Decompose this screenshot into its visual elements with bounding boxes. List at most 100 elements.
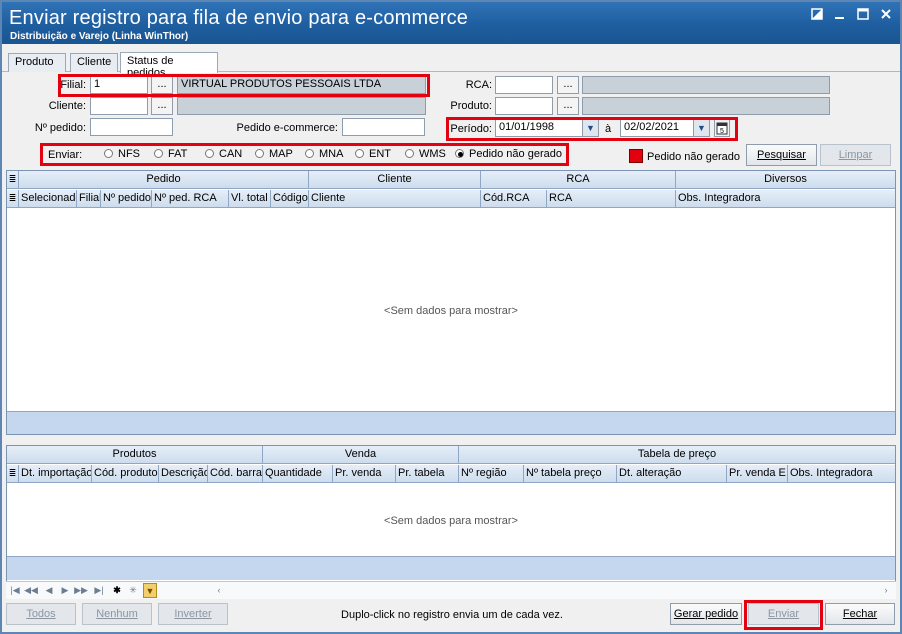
pedido-input[interactable] xyxy=(90,118,173,136)
pedido-ecommerce-input[interactable] xyxy=(342,118,425,136)
inverter-button[interactable]: Inverter xyxy=(158,603,228,625)
insert-icon[interactable]: ✱ xyxy=(110,583,124,598)
col-dt-alteracao[interactable]: Dt. alteração xyxy=(617,465,727,483)
record-navigator: |◀ ◀◀ ◀ ▶ ▶▶ ▶| ✱ ✳ ▼ ‹ › xyxy=(6,581,896,599)
band-venda: Venda xyxy=(263,446,459,464)
col-selecionado[interactable]: Selecionado xyxy=(19,190,77,208)
fechar-label: Fechar xyxy=(842,608,878,620)
minimize-icon[interactable] xyxy=(833,8,847,22)
prev-record-icon[interactable]: ◀ xyxy=(42,583,56,598)
window-subtitle: Distribuição e Varejo (Linha WinThor) xyxy=(10,31,189,42)
cliente-input[interactable] xyxy=(90,97,148,115)
pedido-ecommerce-label: Pedido e-commerce: xyxy=(236,122,339,134)
delete-icon[interactable]: ✳ xyxy=(126,583,140,598)
todos-button[interactable]: Todos xyxy=(6,603,76,625)
col-obs-integradora-2[interactable]: Obs. Integradora xyxy=(788,465,895,483)
tab-produto[interactable]: Produto xyxy=(8,53,66,72)
legend-label: Pedido não gerado xyxy=(647,151,740,163)
pedidos-header-row: ≣ Selecionado Filial Nº pedido Nº ped. R… xyxy=(7,190,895,208)
pedidos-band-row: ≣ Pedido Cliente RCA Diversos xyxy=(7,171,895,189)
next-record-icon[interactable]: ▶ xyxy=(58,583,72,598)
pedido-label: Nº pedido: xyxy=(34,122,86,134)
limpar-label: Limpar xyxy=(838,149,873,161)
col-descricao[interactable]: Descrição xyxy=(159,465,208,483)
rca-lookup-button[interactable]: ... xyxy=(557,76,579,94)
maximize-icon[interactable] xyxy=(856,8,870,22)
prev-page-icon[interactable]: ◀◀ xyxy=(24,583,38,598)
cliente-name-field xyxy=(177,97,426,115)
inverter-label: Inverter xyxy=(174,608,212,620)
nenhum-button[interactable]: Nenhum xyxy=(82,603,152,625)
col-cod-rca[interactable]: Cód.RCA xyxy=(481,190,547,208)
col-vl-total[interactable]: Vl. total xyxy=(229,190,271,208)
col-codigo[interactable]: Código xyxy=(271,190,309,208)
todos-label: Todos xyxy=(26,608,56,620)
col-quantidade[interactable]: Quantidade xyxy=(263,465,333,483)
tab-cliente[interactable]: Cliente xyxy=(70,53,118,72)
bottom-bar: Todos Nenhum Inverter Duplo-click no reg… xyxy=(2,600,900,632)
col-cod-produto[interactable]: Cód. produto xyxy=(92,465,159,483)
title-bar: Enviar registro para fila de envio para … xyxy=(2,2,900,44)
gerar-pedido-button[interactable]: Gerar pedido xyxy=(670,603,742,625)
col-rca[interactable]: RCA xyxy=(547,190,676,208)
tab-bar: Produto Cliente Status de pedidos xyxy=(2,44,900,79)
gerar-pedido-label: Gerar pedido xyxy=(673,608,739,620)
col-pr-tabela[interactable]: Pr. tabela xyxy=(396,465,459,483)
grid-columns-icon[interactable]: ≣ xyxy=(7,190,19,208)
pedidos-empty-message: <Sem dados para mostrar> xyxy=(384,305,518,317)
col-nr-regiao[interactable]: Nº região xyxy=(459,465,524,483)
band-rca: RCA xyxy=(481,171,676,189)
produtos-band-row: Produtos Venda Tabela de preço xyxy=(7,446,895,464)
scroll-left-icon[interactable]: ‹ xyxy=(212,583,226,598)
next-page-icon[interactable]: ▶▶ xyxy=(74,583,88,598)
band-cliente: Cliente xyxy=(309,171,481,189)
highlight-enviar xyxy=(40,143,569,166)
filter-panel: Filial: 1 ... VIRTUAL PRODUTOS PESSOAIS … xyxy=(6,72,896,168)
produtos-grid[interactable]: Produtos Venda Tabela de preço ≣ Dt. imp… xyxy=(6,445,896,599)
col-filial[interactable]: Filial xyxy=(77,190,101,208)
col-nr-tabela-preco[interactable]: Nº tabela preço xyxy=(524,465,617,483)
band-tabela-preco: Tabela de preço xyxy=(637,448,717,460)
window-title: Enviar registro para fila de envio para … xyxy=(9,7,469,29)
col-nr-pedido[interactable]: Nº pedido xyxy=(101,190,152,208)
produto-input[interactable] xyxy=(495,97,553,115)
cliente-lookup-button[interactable]: ... xyxy=(151,97,173,115)
grid-columns-icon[interactable]: ≣ xyxy=(7,465,19,483)
fechar-button[interactable]: Fechar xyxy=(825,603,895,625)
pedidos-footer xyxy=(7,411,895,434)
col-obs-integradora[interactable]: Obs. Integradora xyxy=(676,190,895,208)
highlight-periodo xyxy=(446,117,738,141)
hint-text: Duplo-click no registro envia um de cada… xyxy=(341,609,563,621)
produtos-footer xyxy=(7,556,895,580)
produto-name-field xyxy=(582,97,830,115)
filter-icon[interactable]: ▼ xyxy=(143,583,157,598)
col-pr-venda-e[interactable]: Pr. venda E xyxy=(727,465,788,483)
pesquisar-button[interactable]: Pesquisar xyxy=(746,144,817,166)
col-cod-barras[interactable]: Cód. barras xyxy=(208,465,263,483)
produto-label: Produto: xyxy=(450,100,492,112)
grid-menu-icon[interactable]: ≣ xyxy=(7,171,19,189)
tab-status-pedidos[interactable]: Status de pedidos xyxy=(120,52,218,79)
pedidos-grid[interactable]: ≣ Pedido Cliente RCA Diversos ≣ Selecion… xyxy=(6,170,896,435)
col-nr-ped-rca[interactable]: Nº ped. RCA xyxy=(152,190,229,208)
first-page-icon[interactable]: |◀ xyxy=(8,583,22,598)
legend-swatch xyxy=(629,149,643,163)
band-produtos: Produtos xyxy=(7,446,263,464)
rca-name-field xyxy=(582,76,830,94)
last-page-icon[interactable]: ▶| xyxy=(92,583,106,598)
col-dt-importacao[interactable]: Dt. importação xyxy=(19,465,92,483)
nenhum-label: Nenhum xyxy=(96,608,138,620)
col-cliente[interactable]: Cliente xyxy=(309,190,481,208)
limpar-button[interactable]: Limpar xyxy=(820,144,891,166)
rca-label: RCA: xyxy=(465,79,492,91)
produtos-header-row: ≣ Dt. importação Cód. produto Descrição … xyxy=(7,465,895,483)
col-pr-venda[interactable]: Pr. venda xyxy=(333,465,396,483)
produto-lookup-button[interactable]: ... xyxy=(557,97,579,115)
main-window: Enviar registro para fila de envio para … xyxy=(0,0,902,634)
pesquisar-label: Pesquisar xyxy=(757,149,806,161)
close-icon[interactable] xyxy=(879,8,893,22)
restore-icon[interactable] xyxy=(810,8,824,22)
band-diversos: Diversos xyxy=(764,173,807,185)
scroll-right-icon[interactable]: › xyxy=(879,583,893,598)
rca-input[interactable] xyxy=(495,76,553,94)
